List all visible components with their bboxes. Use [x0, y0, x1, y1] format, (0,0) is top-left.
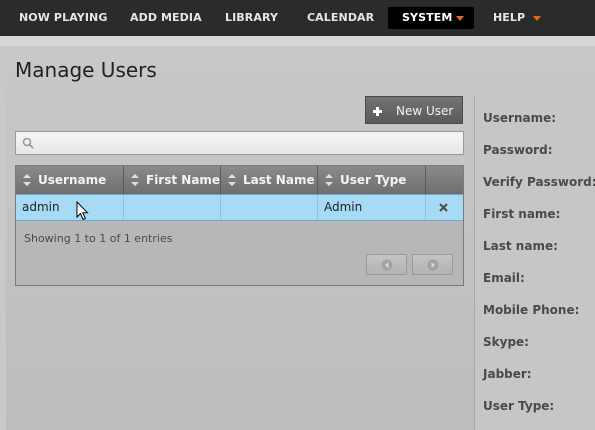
nav-now-playing[interactable]: NOW PLAYING [19, 7, 107, 29]
plus-icon [373, 107, 382, 116]
nav-add-media[interactable]: ADD MEDIA [130, 7, 202, 29]
cell-user-type: Admin [318, 195, 426, 220]
chevron-down-icon [456, 16, 464, 21]
column-label: First Name [146, 173, 221, 187]
top-nav: NOW PLAYING ADD MEDIA LIBRARY CALENDAR S… [0, 0, 595, 36]
new-user-label: New User [396, 104, 454, 118]
search-icon [22, 137, 34, 149]
column-header-username[interactable]: Username [16, 166, 124, 194]
main-content: Manage Users New User Username First Nam… [6, 46, 595, 430]
cell-username: admin [16, 195, 124, 220]
user-form-panel: Username: Password: Verify Password: Fir… [474, 96, 595, 430]
cell-first-name [124, 195, 221, 220]
jabber-label: Jabber: [483, 367, 532, 381]
sort-icon [23, 174, 31, 186]
arrow-left-icon [381, 259, 393, 271]
search-input[interactable] [38, 134, 462, 154]
skype-label: Skype: [483, 335, 529, 349]
mobile-phone-label: Mobile Phone: [483, 303, 580, 317]
table-header: Username First Name Last Name User Type [16, 166, 463, 194]
password-label: Password: [483, 143, 553, 157]
search-box[interactable] [15, 131, 464, 155]
verify-password-label: Verify Password: [483, 175, 595, 189]
mouse-cursor-icon [76, 201, 89, 221]
nav-system-label: SYSTEM [402, 11, 453, 24]
nav-help-label: HELP [493, 11, 526, 24]
previous-page-button[interactable] [366, 254, 407, 275]
nav-divider-strip [0, 36, 595, 46]
nav-calendar[interactable]: CALENDAR [307, 7, 374, 29]
cell-last-name [221, 195, 318, 220]
nav-system[interactable]: SYSTEM [388, 7, 474, 29]
cell-actions [426, 195, 463, 220]
new-user-button[interactable]: New User [365, 96, 463, 124]
column-header-actions [426, 166, 463, 194]
sort-icon [131, 174, 139, 186]
page-title: Manage Users [15, 58, 157, 82]
nav-library[interactable]: LIBRARY [225, 7, 278, 29]
username-label: Username: [483, 111, 557, 125]
users-table: Username First Name Last Name User Type … [15, 165, 464, 286]
nav-help[interactable]: HELP [493, 7, 549, 29]
user-type-label: User Type: [483, 399, 555, 413]
column-label: Username [38, 173, 107, 187]
email-label: Email: [483, 271, 525, 285]
column-header-first-name[interactable]: First Name [124, 166, 221, 194]
chevron-down-icon [533, 16, 541, 21]
sort-icon [228, 174, 236, 186]
column-header-user-type[interactable]: User Type [318, 166, 426, 194]
table-info: Showing 1 to 1 of 1 entries [24, 232, 173, 245]
column-header-last-name[interactable]: Last Name [221, 166, 318, 194]
last-name-label: Last name: [483, 239, 558, 253]
column-label: Last Name [243, 173, 315, 187]
sort-icon [325, 174, 333, 186]
arrow-right-icon [427, 259, 439, 271]
next-page-button[interactable] [412, 254, 453, 275]
first-name-label: First name: [483, 207, 561, 221]
column-label: User Type [340, 173, 407, 187]
delete-icon[interactable] [439, 203, 448, 212]
